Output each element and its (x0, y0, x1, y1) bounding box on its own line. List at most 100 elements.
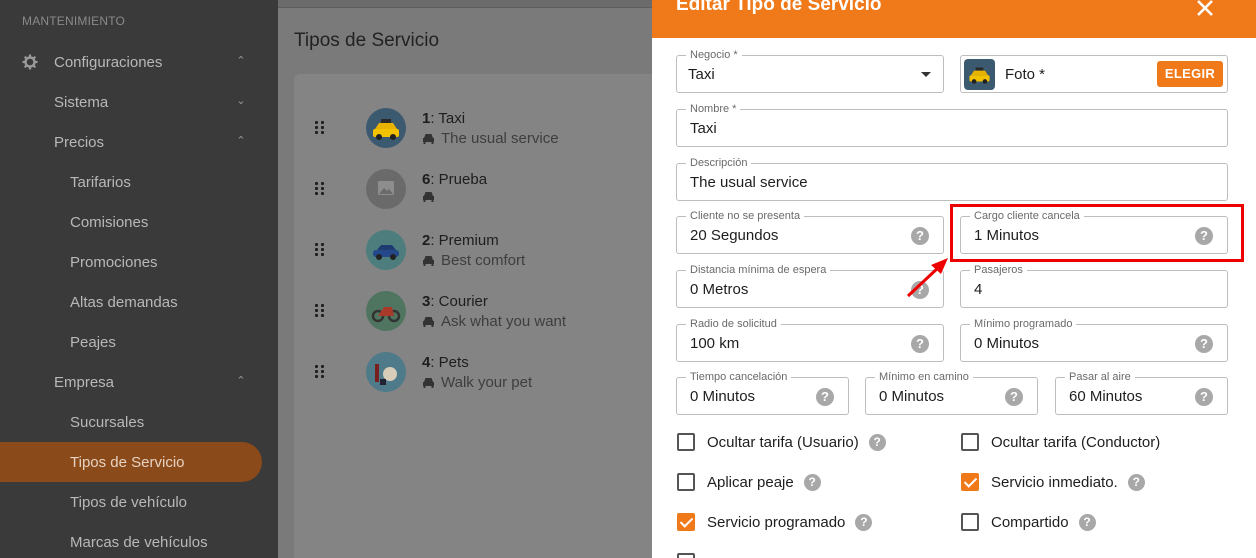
ocultar-tarifa-usuario-checkbox[interactable]: Ocultar tarifa (Usuario) ? (677, 432, 886, 452)
checkbox-checked[interactable] (961, 473, 979, 491)
checkbox-label: Ocultar tarifa (Conductor) (991, 433, 1161, 451)
close-icon[interactable] (1194, 0, 1216, 19)
sidebar-section-title: MANTENIMIENTO (22, 14, 126, 28)
sidebar-item-tipos-de-servicio[interactable]: Tipos de Servicio (0, 442, 262, 482)
sidebar-item-comisiones[interactable]: Comisiones (0, 202, 262, 242)
ocultar-tarifa-conductor-checkbox[interactable]: Ocultar tarifa (Conductor) (961, 432, 1160, 452)
field-value: 0 Minutos (974, 335, 1040, 352)
sidebar-item-sucursales[interactable]: Sucursales (0, 402, 262, 442)
servicio-inmediato-checkbox[interactable]: Servicio inmediato. ? (961, 472, 1145, 492)
pasajeros-field[interactable]: Pasajeros 4 (960, 263, 1228, 308)
gear-icon (22, 54, 38, 70)
sidebar-item-altas-demandas[interactable]: Altas demandas (0, 282, 262, 322)
page-title: Tipos de Servicio (294, 30, 440, 51)
field-value: 20 Segundos (690, 227, 779, 244)
chevron-up-icon: ⌃ (236, 55, 246, 67)
sidebar-item-label: Tipos de vehículo (70, 493, 188, 511)
minimo-programado-field[interactable]: Mínimo programado 0 Minutos ? (960, 317, 1228, 362)
field-value: 0 Minutos (690, 388, 756, 405)
service-name: 1: Taxi (422, 110, 466, 127)
field-value: 4 (974, 281, 983, 298)
checkbox[interactable] (961, 513, 979, 531)
drag-handle-icon[interactable] (314, 182, 326, 196)
premium-car-avatar (366, 230, 406, 270)
sidebar-item-label: Marcas de vehículos (70, 533, 208, 551)
field-value: Taxi (688, 66, 715, 83)
sidebar-item-configuraciones[interactable]: Configuraciones ⌃ (0, 42, 262, 82)
taxi-avatar (366, 108, 406, 148)
cliente-no-presenta-field[interactable]: Cliente no se presenta 20 Segundos ? (676, 209, 944, 254)
field-value: 0 Metros (690, 281, 749, 298)
compartido-checkbox[interactable]: Compartido ? (961, 512, 1096, 532)
checkbox-label: Compartido (991, 513, 1069, 531)
drag-handle-icon[interactable] (314, 121, 326, 135)
nombre-field[interactable]: Nombre * Taxi (676, 102, 1228, 147)
checkbox[interactable] (677, 473, 695, 491)
aplicar-peaje-checkbox[interactable]: Aplicar peaje ? (677, 472, 821, 492)
negocio-select[interactable]: Negocio * Taxi (676, 48, 944, 93)
tiempo-cancelacion-field[interactable]: Tiempo cancelación 0 Minutos ? (676, 370, 849, 415)
help-icon[interactable]: ? (1195, 335, 1213, 353)
radio-solicitud-field[interactable]: Radio de solicitud 100 km ? (676, 317, 944, 362)
help-icon[interactable]: ? (803, 473, 821, 491)
help-icon[interactable]: ? (1195, 388, 1213, 406)
descripcion-field[interactable]: Descripción The usual service (676, 156, 1228, 201)
field-label: Negocio * (686, 48, 742, 62)
help-icon[interactable]: ? (911, 227, 929, 245)
sidebar-item-precios[interactable]: Precios ⌃ (0, 122, 262, 162)
drag-handle-icon[interactable] (314, 304, 326, 318)
sidebar-item-label: Peajes (70, 333, 116, 351)
field-label: Pasajeros (970, 263, 1027, 277)
sidebar-item-label: Sistema (54, 93, 109, 111)
help-icon[interactable]: ? (1078, 513, 1096, 531)
car-icon (423, 192, 434, 202)
checkbox[interactable] (677, 553, 695, 558)
pasar-al-aire-field[interactable]: Pasar al aire 60 Minutos ? (1055, 370, 1228, 415)
service-description: Ask what you want (422, 313, 566, 330)
field-value: 60 Minutos (1069, 388, 1143, 405)
edit-service-dialog: Editar Tipo de Servicio Negocio * Taxi F… (652, 0, 1256, 558)
service-description (422, 191, 441, 202)
sidebar-item-marcas-de-vehiculos[interactable]: Marcas de vehículos (0, 522, 262, 558)
help-icon[interactable]: ? (911, 335, 929, 353)
chevron-down-icon: ⌄ (236, 95, 246, 107)
drag-handle-icon[interactable] (314, 243, 326, 257)
partial-checkbox[interactable] (677, 552, 707, 558)
checkbox-label: Ocultar tarifa (Usuario) (707, 433, 859, 451)
minimo-en-camino-field[interactable]: Mínimo en camino 0 Minutos ? (865, 370, 1038, 415)
car-icon (423, 378, 434, 388)
field-label: Pasar al aire (1065, 370, 1135, 384)
field-label: Mínimo en camino (875, 370, 973, 384)
car-icon (423, 134, 434, 144)
help-icon[interactable]: ? (855, 513, 873, 531)
photo-field: Foto * ELEGIR (960, 55, 1228, 93)
service-description: Walk your pet (422, 374, 532, 391)
help-icon[interactable]: ? (1127, 473, 1145, 491)
sidebar-item-tipos-de-vehiculo[interactable]: Tipos de vehículo (0, 482, 262, 522)
sidebar-item-label: Precios (54, 133, 105, 151)
sidebar-item-peajes[interactable]: Peajes (0, 322, 262, 362)
field-label: Distancia mínima de espera (686, 263, 831, 277)
help-icon[interactable]: ? (1005, 388, 1023, 406)
checkbox-label: Servicio programado (707, 513, 846, 531)
dropdown-arrow-icon (921, 72, 931, 77)
sidebar-item-promociones[interactable]: Promociones (0, 242, 262, 282)
field-label: Nombre * (686, 102, 741, 116)
help-icon[interactable]: ? (816, 388, 834, 406)
checkbox[interactable] (677, 433, 695, 451)
sidebar-item-tarifarios[interactable]: Tarifarios (0, 162, 262, 202)
dialog-header: Editar Tipo de Servicio (652, 0, 1256, 38)
servicio-programado-checkbox[interactable]: Servicio programado ? (677, 512, 873, 532)
drag-handle-icon[interactable] (314, 365, 326, 379)
checkbox[interactable] (961, 433, 979, 451)
sidebar-item-empresa[interactable]: Empresa ⌃ (0, 362, 262, 402)
sidebar-item-sistema[interactable]: Sistema ⌄ (0, 82, 262, 122)
car-icon (423, 256, 434, 266)
choose-photo-button[interactable]: ELEGIR (1157, 61, 1223, 87)
checkbox-label: Servicio inmediato. (991, 473, 1118, 491)
field-label: Descripción (686, 156, 752, 170)
help-icon[interactable]: ? (868, 433, 886, 451)
highlight-box (950, 204, 1244, 262)
motorcycle-avatar (366, 291, 406, 331)
checkbox-checked[interactable] (677, 513, 695, 531)
